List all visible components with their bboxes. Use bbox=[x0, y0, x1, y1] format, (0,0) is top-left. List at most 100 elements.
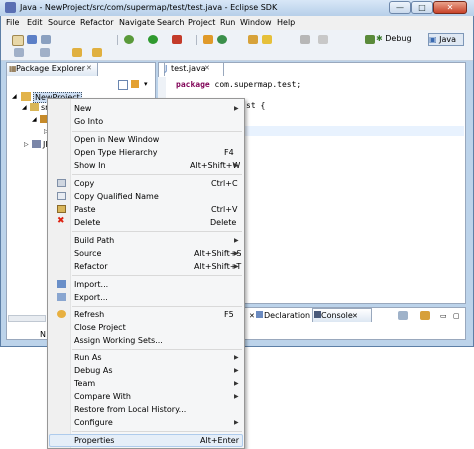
open-perspective-icon[interactable] bbox=[365, 35, 375, 44]
toggle-mark-icon[interactable] bbox=[318, 35, 328, 44]
menu-item-debug-as[interactable]: Debug As bbox=[74, 366, 113, 375]
submenu-arrow-icon: ▶ bbox=[234, 250, 239, 257]
menu-refactor[interactable]: Refactor bbox=[80, 18, 114, 27]
tree-expand-icon[interactable]: ◢ bbox=[22, 104, 27, 111]
menu-item-go-into[interactable]: Go Into bbox=[74, 117, 103, 126]
menu-item-export[interactable]: Export... bbox=[74, 293, 108, 302]
external-tools-icon[interactable] bbox=[172, 35, 182, 44]
minimize-view-icon[interactable]: ▭ bbox=[440, 312, 447, 320]
prev-annotation-icon[interactable] bbox=[40, 48, 50, 57]
debug-bug-icon: ✱ bbox=[376, 34, 383, 43]
console-close-icon[interactable]: ✕ bbox=[352, 312, 358, 320]
menu-item-show-in[interactable]: Show In bbox=[74, 161, 106, 170]
code-line-package[interactable]: package com.supermap.test; bbox=[176, 80, 301, 89]
menu-search[interactable]: Search bbox=[157, 18, 184, 27]
submenu-arrow-icon: ▶ bbox=[234, 105, 239, 112]
menu-edit[interactable]: Edit bbox=[27, 18, 43, 27]
submenu-arrow-icon: ▶ bbox=[234, 354, 239, 361]
declaration-icon bbox=[256, 311, 263, 318]
menu-item-restore-history[interactable]: Restore from Local History... bbox=[74, 405, 186, 414]
new-file-icon[interactable] bbox=[12, 35, 24, 46]
tree-expand-icon[interactable]: ◢ bbox=[32, 116, 37, 123]
menu-item-delete[interactable]: Delete bbox=[74, 218, 100, 227]
menu-item-build-path[interactable]: Build Path bbox=[74, 236, 114, 245]
menu-source[interactable]: Source bbox=[48, 18, 75, 27]
perspective-debug[interactable]: ✱ Debug bbox=[376, 34, 412, 43]
package-explorer-close-icon[interactable]: ✕ bbox=[86, 64, 92, 72]
menu-item-open-type-hierarchy[interactable]: Open Type Hierarchy bbox=[74, 148, 158, 157]
open-console-icon[interactable] bbox=[420, 311, 430, 320]
tab-console[interactable]: Console bbox=[321, 311, 353, 320]
menu-item-configure[interactable]: Configure bbox=[74, 418, 113, 427]
menu-item-refactor[interactable]: Refactor bbox=[74, 262, 108, 271]
next-annotation-icon[interactable] bbox=[14, 48, 24, 57]
menu-separator bbox=[72, 174, 242, 175]
print-icon[interactable] bbox=[41, 35, 51, 44]
menu-project[interactable]: Project bbox=[188, 18, 215, 27]
shortcut-paste: Ctrl+V bbox=[211, 205, 238, 214]
maximize-button[interactable]: □ bbox=[411, 1, 433, 14]
menu-item-copy-qualified-name[interactable]: Copy Qualified Name bbox=[74, 192, 159, 201]
menu-item-compare-with[interactable]: Compare With bbox=[74, 392, 131, 401]
menu-window[interactable]: Window bbox=[240, 18, 272, 27]
project-folder-icon bbox=[21, 92, 31, 101]
display-console-icon[interactable] bbox=[398, 311, 408, 320]
menu-item-refresh[interactable]: Refresh bbox=[74, 310, 104, 319]
menu-item-copy[interactable]: Copy bbox=[74, 179, 94, 188]
link-editor-icon[interactable] bbox=[131, 80, 139, 88]
menu-item-import[interactable]: Import... bbox=[74, 280, 108, 289]
menu-item-open-new-window[interactable]: Open in New Window bbox=[74, 135, 159, 144]
run-icon[interactable] bbox=[148, 35, 158, 44]
menu-run[interactable]: Run bbox=[220, 18, 235, 27]
editor-tab-close-icon[interactable]: ✕ bbox=[204, 64, 210, 72]
menu-item-run-as[interactable]: Run As bbox=[74, 353, 102, 362]
package-explorer-title: Package Explorer bbox=[16, 64, 86, 73]
copy-qualified-icon bbox=[57, 192, 66, 200]
tree-expand-icon[interactable]: ◢ bbox=[12, 93, 17, 100]
menu-navigate[interactable]: Navigate bbox=[119, 18, 155, 27]
import-icon bbox=[57, 280, 66, 288]
menu-help[interactable]: Help bbox=[277, 18, 295, 27]
menu-item-paste[interactable]: Paste bbox=[74, 205, 96, 214]
editor-tab-label: test.java bbox=[171, 64, 206, 73]
menu-item-close-project[interactable]: Close Project bbox=[74, 323, 126, 332]
menu-item-new[interactable]: New bbox=[74, 104, 91, 113]
open-type-icon[interactable] bbox=[248, 35, 258, 44]
window-title: Java - NewProject/src/com/supermap/test/… bbox=[20, 3, 278, 12]
forward-icon[interactable] bbox=[92, 48, 102, 57]
horizontal-scrollbar[interactable] bbox=[8, 315, 46, 322]
menu-separator bbox=[72, 431, 242, 432]
shortcut-f4: F4 bbox=[224, 148, 234, 157]
new-java-project-icon[interactable] bbox=[203, 35, 213, 44]
maximize-view-icon[interactable]: ▢ bbox=[453, 312, 460, 320]
tab-declaration[interactable]: Declaration bbox=[264, 311, 310, 320]
menu-file[interactable]: File bbox=[6, 18, 19, 27]
menu-item-properties[interactable]: Properties bbox=[74, 436, 114, 445]
save-icon[interactable] bbox=[27, 35, 37, 44]
collapse-all-icon[interactable] bbox=[118, 80, 128, 90]
annotation-icon[interactable] bbox=[300, 35, 310, 44]
close-button[interactable]: ✕ bbox=[433, 1, 467, 14]
menu-item-team[interactable]: Team bbox=[74, 379, 95, 388]
refresh-icon bbox=[57, 310, 66, 318]
menu-item-assign-working-sets[interactable]: Assign Working Sets... bbox=[74, 336, 163, 345]
tree-collapse-icon[interactable]: ▷ bbox=[24, 141, 29, 148]
minimize-button[interactable]: — bbox=[389, 1, 411, 14]
export-icon bbox=[57, 293, 66, 301]
java-file-icon: J bbox=[165, 64, 168, 73]
context-menu-icon-gutter bbox=[48, 99, 71, 448]
debug-run-icon[interactable] bbox=[124, 35, 134, 44]
perspective-java[interactable]: ▣ Java bbox=[428, 33, 464, 46]
view-menu-icon[interactable]: ▾ bbox=[144, 80, 148, 88]
shortcut-delete: Delete bbox=[210, 218, 237, 227]
back-icon[interactable] bbox=[72, 48, 82, 57]
code-line-class[interactable]: st { bbox=[246, 101, 265, 110]
submenu-arrow-icon: ▶ bbox=[234, 162, 239, 169]
menu-item-source[interactable]: Source bbox=[74, 249, 101, 258]
copy-icon bbox=[57, 179, 66, 187]
submenu-arrow-icon: ▶ bbox=[234, 393, 239, 400]
menu-separator bbox=[72, 131, 242, 132]
view-close-icon[interactable]: ✕ bbox=[249, 312, 255, 320]
search-icon[interactable] bbox=[262, 35, 272, 44]
new-class-icon[interactable] bbox=[217, 35, 227, 44]
